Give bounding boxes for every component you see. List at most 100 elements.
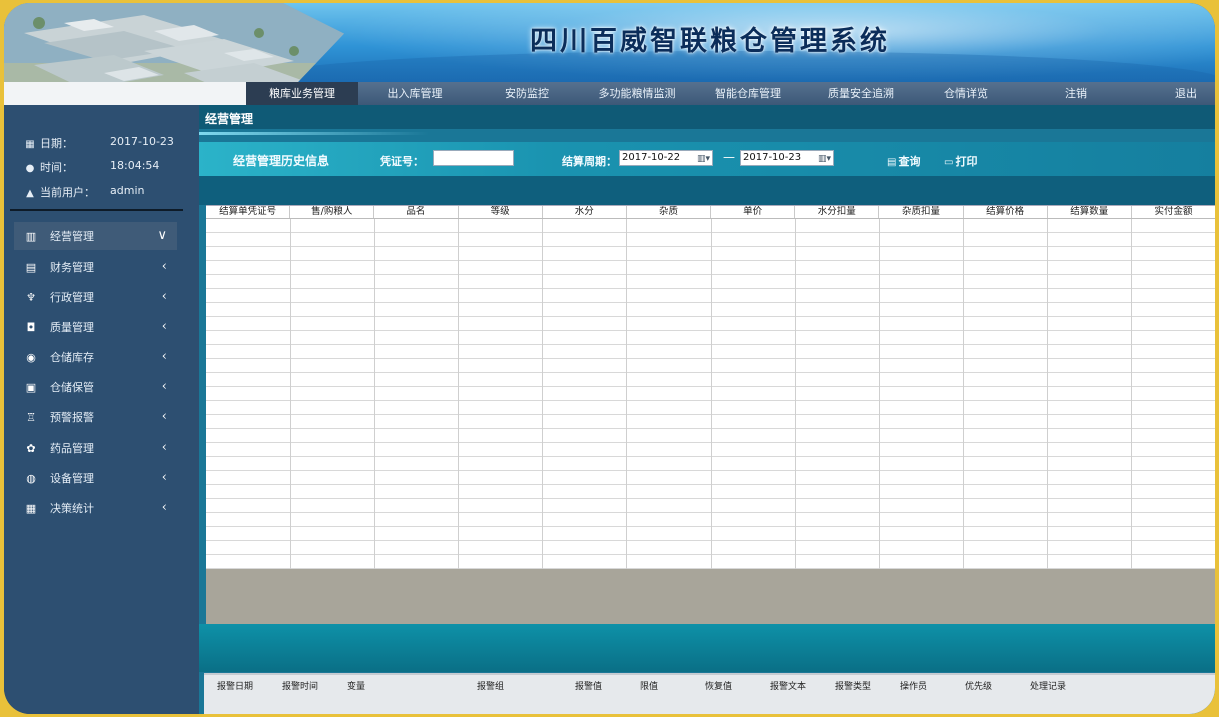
voucher-label: 凭证号：	[380, 155, 424, 168]
column-divider	[879, 219, 880, 569]
top-navigation: 粮库业务管理 出入库管理 安防监控 多功能粮情监测 智能仓库管理 质量安全追溯 …	[246, 82, 1215, 105]
alarm-icon: ♖	[26, 410, 36, 424]
voucher-input[interactable]	[433, 150, 514, 166]
date-to-value: 2017-10-23	[743, 152, 802, 163]
nav-quality-traceability[interactable]: 质量安全追溯	[809, 82, 913, 105]
nav-exit[interactable]: 退出	[1156, 82, 1215, 105]
main-panel: 经营管理 经营管理历史信息 凭证号： 结算周期： 2017-10-22 ▥▾ —…	[199, 105, 1215, 714]
date-label: 日期：	[40, 137, 73, 150]
alarm-column-header[interactable]: 报警日期	[217, 679, 253, 692]
alarm-column-header[interactable]: 恢复值	[705, 679, 732, 692]
nav-logout[interactable]: 注销	[1046, 82, 1106, 105]
date-from-picker[interactable]: 2017-10-22 ▥▾	[619, 150, 713, 166]
table-body	[206, 219, 1215, 569]
menu-quality-management[interactable]: ◘ 质量管理 ‹	[14, 313, 177, 341]
menu-label: 质量管理	[50, 321, 94, 334]
date-to-picker[interactable]: 2017-10-23 ▥▾	[740, 150, 834, 166]
chevron-left-icon: ‹	[161, 319, 167, 334]
column-header[interactable]: 水分	[543, 206, 627, 218]
query-label: 查询	[898, 155, 921, 168]
date-value: 2017-10-23	[110, 135, 174, 148]
column-header[interactable]: 等级	[459, 206, 543, 218]
date-from-value: 2017-10-22	[622, 152, 681, 163]
time-label: 时间：	[40, 161, 73, 174]
header-left-band	[4, 82, 246, 105]
sidebar: ▦ 日期： 2017-10-23 ● 时间： 18:04:54 ▲ 当前用户： adm…	[4, 105, 199, 714]
menu-label: 财务管理	[50, 261, 94, 274]
business-icon: ▥	[25, 229, 37, 243]
nav-smart-warehouse[interactable]: 智能仓库管理	[698, 82, 798, 105]
column-header[interactable]: 杂质	[627, 206, 712, 218]
table-empty-area	[206, 569, 1215, 624]
menu-finance-management[interactable]: ▤ 财务管理 ‹	[14, 253, 177, 281]
menu-medicine-management[interactable]: ✿ 药品管理 ‹	[14, 434, 177, 462]
alarm-column-header[interactable]: 变量	[347, 679, 365, 692]
menu-storage-keeping[interactable]: ▣ 仓储保管 ‹	[14, 373, 177, 401]
period-label: 结算周期：	[562, 155, 617, 168]
query-button[interactable]: ▤ 查询	[887, 153, 920, 169]
time-value: 18:04:54	[110, 159, 160, 172]
menu-business-management[interactable]: ▥ 经营管理 ∨	[14, 222, 177, 250]
table-header: 结算单凭证号 售/购粮人 品名 等级 水分 杂质 单价 水分扣量 杂质扣量 结算…	[206, 206, 1215, 219]
column-divider	[374, 219, 375, 569]
quality-icon: ◘	[26, 320, 36, 334]
alarm-column-header[interactable]: 报警值	[575, 679, 602, 692]
settlement-table: 结算单凭证号 售/购粮人 品名 等级 水分 杂质 单价 水分扣量 杂质扣量 结算…	[206, 205, 1215, 569]
column-header[interactable]: 结算价格	[964, 206, 1048, 218]
print-label: 打印	[955, 155, 978, 168]
menu-device-management[interactable]: ◍ 设备管理 ‹	[14, 464, 177, 492]
column-header[interactable]: 单价	[711, 206, 796, 218]
nav-in-out-storage[interactable]: 出入库管理	[368, 82, 462, 105]
menu-storage-inventory[interactable]: ◉ 仓储库存 ‹	[14, 343, 177, 371]
column-divider	[1131, 219, 1132, 569]
column-header[interactable]: 水分扣量	[795, 206, 880, 218]
finance-icon: ▤	[25, 260, 37, 274]
column-header[interactable]: 杂质扣量	[879, 206, 964, 218]
print-button[interactable]: ▭ 打印	[944, 153, 977, 169]
user-value: admin	[110, 184, 145, 197]
menu-label: 预警报警	[50, 411, 94, 424]
inventory-icon: ◉	[26, 350, 36, 364]
column-header[interactable]: 品名	[374, 206, 459, 218]
menu-admin-management[interactable]: ♆ 行政管理 ‹	[14, 283, 177, 311]
alarm-column-header[interactable]: 限值	[640, 679, 658, 692]
calendar-dropdown-icon[interactable]: ▥▾	[697, 152, 710, 166]
alarm-column-header[interactable]: 处理记录	[1030, 679, 1066, 692]
alarm-column-header[interactable]: 操作员	[900, 679, 927, 692]
admin-icon: ♆	[26, 290, 36, 304]
column-header[interactable]: 结算单凭证号	[206, 206, 291, 218]
chevron-left-icon: ‹	[161, 470, 167, 485]
calendar-dropdown-icon[interactable]: ▥▾	[818, 152, 831, 166]
nav-warehouse-overview[interactable]: 仓情详览	[926, 82, 1006, 105]
nav-grain-condition[interactable]: 多功能粮情监测	[582, 82, 692, 105]
alarm-column-header[interactable]: 优先级	[965, 679, 992, 692]
nav-grain-business[interactable]: 粮库业务管理	[246, 82, 358, 105]
lower-band	[199, 624, 1215, 672]
chevron-down-icon: ∨	[157, 228, 167, 243]
storage-icon: ▣	[25, 380, 37, 394]
title-underline	[199, 132, 429, 135]
alarm-column-header[interactable]: 报警类型	[835, 679, 871, 692]
column-divider	[626, 219, 627, 569]
time-info: ● 时间：	[24, 159, 73, 175]
alarm-column-header[interactable]: 报警时间	[282, 679, 318, 692]
column-header[interactable]: 实付金额	[1132, 206, 1215, 218]
chevron-left-icon: ‹	[161, 379, 167, 394]
column-header[interactable]: 售/购粮人	[290, 206, 375, 218]
date-info: ▦ 日期：	[24, 135, 73, 151]
chevron-left-icon: ‹	[161, 349, 167, 364]
column-header[interactable]: 结算数量	[1048, 206, 1132, 218]
chevron-left-icon: ‹	[161, 259, 167, 274]
date-separator: —	[723, 150, 735, 164]
alarm-table: 报警日期 报警时间 变量 报警组 报警值 限值 恢复值 报警文本 报警类型 操作…	[204, 673, 1215, 714]
panel-title: 经营管理	[205, 112, 254, 126]
column-divider	[963, 219, 964, 569]
nav-security-monitoring[interactable]: 安防监控	[482, 82, 572, 105]
alarm-column-header[interactable]: 报警文本	[770, 679, 806, 692]
menu-early-warning[interactable]: ♖ 预警报警 ‹	[14, 403, 177, 431]
column-divider	[1047, 219, 1048, 569]
toolbar-strip	[199, 176, 1215, 205]
menu-decision-statistics[interactable]: ▦ 决策统计 ‹	[14, 494, 177, 522]
alarm-column-header[interactable]: 报警组	[477, 679, 504, 692]
statistics-icon: ▦	[25, 501, 37, 515]
